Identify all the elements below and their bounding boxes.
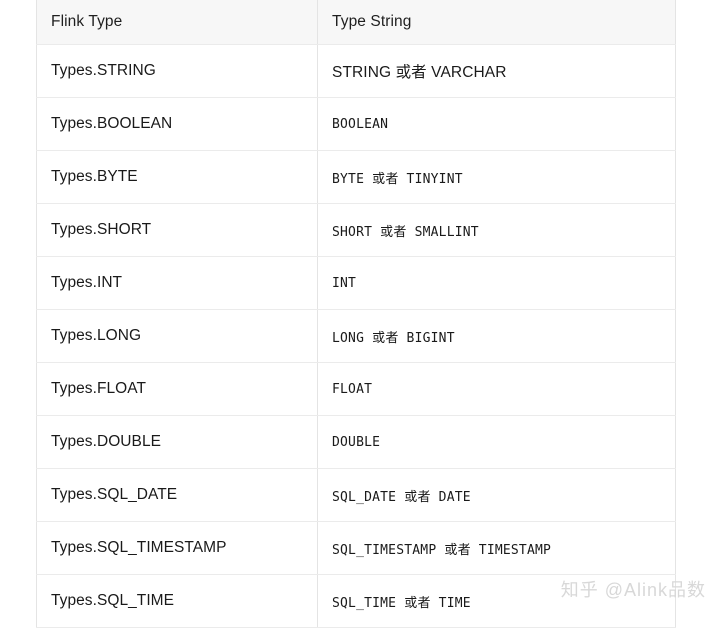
cell-type-string: INT <box>318 257 676 310</box>
cell-type-string: SQL_TIME 或者 TIME <box>318 575 676 628</box>
table-row: Types.SQL_TIMESQL_TIME 或者 TIME <box>37 575 676 628</box>
table-row: Types.BOOLEANBOOLEAN <box>37 98 676 151</box>
cell-flink-type: Types.SQL_TIME <box>37 575 318 628</box>
column-header-type-string: Type String <box>318 0 676 45</box>
cell-type-string: FLOAT <box>318 363 676 416</box>
cell-type-string: LONG 或者 BIGINT <box>318 310 676 363</box>
cell-flink-type: Types.LONG <box>37 310 318 363</box>
table-row: Types.FLOATFLOAT <box>37 363 676 416</box>
table-row: Types.SHORTSHORT 或者 SMALLINT <box>37 204 676 257</box>
cell-flink-type: Types.BYTE <box>37 151 318 204</box>
cell-type-string: DOUBLE <box>318 416 676 469</box>
cell-flink-type: Types.STRING <box>37 45 318 98</box>
table-row: Types.BYTEBYTE 或者 TINYINT <box>37 151 676 204</box>
cell-type-string: BOOLEAN <box>318 98 676 151</box>
page-root: Flink Type Type String Types.STRINGSTRIN… <box>0 0 720 614</box>
cell-type-string: SQL_TIMESTAMP 或者 TIMESTAMP <box>318 522 676 575</box>
cell-flink-type: Types.SQL_TIMESTAMP <box>37 522 318 575</box>
cell-flink-type: Types.FLOAT <box>37 363 318 416</box>
cell-type-string: SQL_DATE 或者 DATE <box>318 469 676 522</box>
cell-type-string: SHORT 或者 SMALLINT <box>318 204 676 257</box>
cell-flink-type: Types.BOOLEAN <box>37 98 318 151</box>
cell-flink-type: Types.SHORT <box>37 204 318 257</box>
cell-flink-type: Types.DOUBLE <box>37 416 318 469</box>
table-header-row: Flink Type Type String <box>37 0 676 45</box>
table-header: Flink Type Type String <box>37 0 676 45</box>
cell-flink-type: Types.INT <box>37 257 318 310</box>
cell-type-string: BYTE 或者 TINYINT <box>318 151 676 204</box>
column-header-flink-type: Flink Type <box>37 0 318 45</box>
table-row: Types.LONGLONG 或者 BIGINT <box>37 310 676 363</box>
table-row: Types.INTINT <box>37 257 676 310</box>
flink-type-mapping-table: Flink Type Type String Types.STRINGSTRIN… <box>36 0 676 628</box>
cell-flink-type: Types.SQL_DATE <box>37 469 318 522</box>
table-row: Types.STRINGSTRING 或者 VARCHAR <box>37 45 676 98</box>
table-row: Types.SQL_TIMESTAMPSQL_TIMESTAMP 或者 TIME… <box>37 522 676 575</box>
cell-type-string: STRING 或者 VARCHAR <box>318 45 676 98</box>
table-row: Types.DOUBLEDOUBLE <box>37 416 676 469</box>
table-row: Types.SQL_DATESQL_DATE 或者 DATE <box>37 469 676 522</box>
table-body: Types.STRINGSTRING 或者 VARCHARTypes.BOOLE… <box>37 45 676 628</box>
